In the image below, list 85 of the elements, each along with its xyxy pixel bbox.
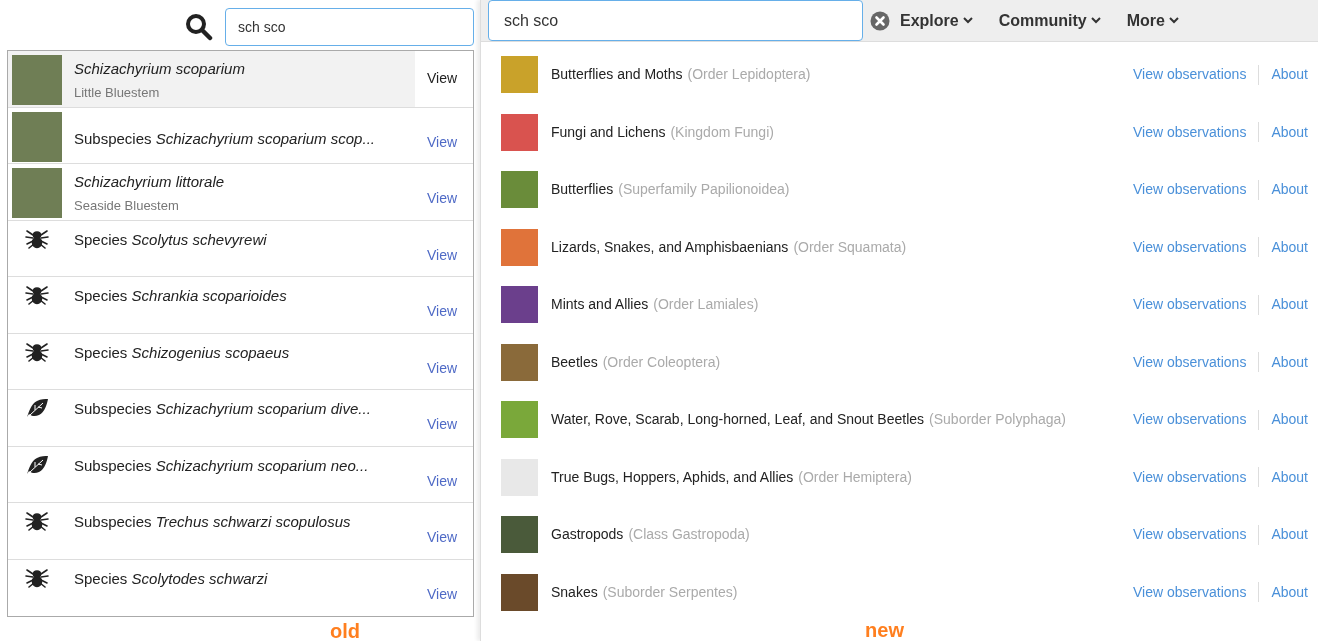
taxon-name: Subspecies Schizachyrium scoparium dive...: [74, 399, 371, 419]
taxon-rank: (Order Lamiales): [653, 295, 759, 315]
about-link[interactable]: About: [1271, 409, 1308, 431]
chevron-down-icon: [1168, 17, 1179, 24]
spider-icon: [25, 511, 49, 531]
taxon-name: Subspecies Schizachyrium scoparium scop...: [74, 128, 375, 149]
taxon-name: Fungi and Lichens: [551, 122, 666, 142]
view-link[interactable]: View: [427, 470, 458, 492]
spider-icon: [25, 228, 49, 249]
view-observations-link[interactable]: View observations: [1133, 581, 1247, 603]
about-link[interactable]: About: [1271, 581, 1308, 603]
leaf-icon: [25, 454, 49, 475]
about-link[interactable]: About: [1271, 294, 1308, 316]
view-observations-link[interactable]: View observations: [1133, 121, 1247, 143]
view-link[interactable]: View: [427, 414, 458, 436]
taxon-rank: (Kingdom Fungi): [670, 122, 774, 142]
about-link[interactable]: About: [1271, 64, 1308, 86]
view-link[interactable]: View: [427, 68, 458, 90]
view-observations-link[interactable]: View observations: [1133, 294, 1247, 316]
taxon-name: Subspecies Trechus schwarzi scopulosus: [74, 512, 351, 532]
chevron-down-icon: [1090, 17, 1101, 24]
taxon-rank: (Order Squamata): [793, 237, 907, 257]
view-link[interactable]: View: [427, 357, 458, 379]
taxon-name: Butterflies: [551, 180, 614, 200]
spider-icon: [25, 567, 49, 588]
view-link[interactable]: View: [427, 584, 458, 606]
nav-menu-button[interactable]: Explore: [900, 8, 973, 33]
leaf-icon: [25, 398, 49, 418]
taxon-name: Species Scolytus schevyrewi: [74, 229, 267, 250]
about-link[interactable]: About: [1271, 236, 1308, 258]
clear-icon[interactable]: [870, 10, 890, 31]
taxon-name: Schizachyrium scoparium: [74, 59, 245, 79]
taxon-rank: (Order Coleoptera): [602, 352, 721, 372]
taxon-name: Schizachyrium littorale: [74, 172, 225, 192]
taxon-rank: (Order Lepidoptera): [687, 65, 811, 85]
nav-menu-button[interactable]: Community: [998, 8, 1101, 33]
common-name: Little Bluestem: [74, 83, 161, 102]
about-link[interactable]: About: [1271, 524, 1308, 546]
about-link[interactable]: About: [1271, 351, 1308, 373]
taxon-name: Species Scolytodes schwarzi: [74, 568, 268, 589]
view-link[interactable]: View: [427, 301, 458, 323]
taxon-name: True Bugs, Hoppers, Aphids, and Allies: [551, 467, 794, 487]
about-link[interactable]: About: [1271, 179, 1308, 201]
view-observations-link[interactable]: View observations: [1133, 64, 1247, 86]
taxon-name: Lizards, Snakes, and Amphisbaenians: [551, 237, 789, 257]
search-field[interactable]: sch sco: [225, 8, 474, 46]
view-observations-link[interactable]: View observations: [1133, 236, 1247, 258]
taxon-name: Butterflies and Moths: [551, 65, 683, 85]
taxon-rank: (Class Gastropoda): [628, 525, 750, 545]
taxon-name: Gastropods: [551, 525, 624, 545]
taxon-name: Subspecies Schizachyrium scoparium neo...: [74, 455, 369, 476]
view-observations-link[interactable]: View observations: [1133, 524, 1247, 546]
taxon-rank: (Superfamily Papilionoidea): [618, 180, 790, 200]
search-field[interactable]: sch sco: [488, 0, 863, 41]
view-link[interactable]: View: [427, 527, 458, 549]
nav-menu-button[interactable]: More: [1126, 8, 1179, 33]
taxon-name: Snakes: [551, 582, 598, 602]
spider-icon: [25, 285, 49, 305]
plant-photo-placeholder: [12, 168, 62, 218]
view-link[interactable]: View: [427, 188, 458, 210]
plant-photo-placeholder: [12, 55, 62, 105]
about-link[interactable]: About: [1271, 466, 1308, 488]
view-observations-link[interactable]: View observations: [1133, 466, 1247, 488]
search-icon: [185, 13, 213, 41]
old-caption: old: [330, 619, 360, 641]
plant-photo-placeholder: [12, 111, 62, 162]
taxon-name: Mints and Allies: [551, 295, 649, 315]
taxon-name: Beetles: [551, 352, 598, 372]
view-link[interactable]: View: [427, 244, 458, 266]
taxon-name: Water, Rove, Scarab, Long-horned, Leaf, and Snout Beetles: [551, 410, 925, 430]
spider-icon: [25, 341, 49, 362]
taxon-rank: (Suborder Serpentes): [602, 582, 738, 602]
about-link[interactable]: About: [1271, 121, 1308, 143]
view-observations-link[interactable]: View observations: [1133, 409, 1247, 431]
result-item[interactable]: Schizachyrium scoparium Little Bluestem: [8, 51, 415, 107]
common-name: Seaside Bluestem: [74, 196, 180, 215]
taxon-rank: (Suborder Polyphaga): [929, 410, 1067, 430]
taxon-name: Species Schizogenius scopaeus: [74, 342, 290, 363]
new-caption: new: [865, 618, 904, 641]
view-link[interactable]: View: [427, 131, 458, 153]
chevron-down-icon: [962, 17, 973, 24]
view-observations-link[interactable]: View observations: [1133, 179, 1247, 201]
view-observations-link[interactable]: View observations: [1133, 351, 1247, 373]
taxon-rank: (Order Hemiptera): [798, 467, 912, 487]
taxon-name: Species Schrankia scoparioides: [74, 286, 287, 306]
